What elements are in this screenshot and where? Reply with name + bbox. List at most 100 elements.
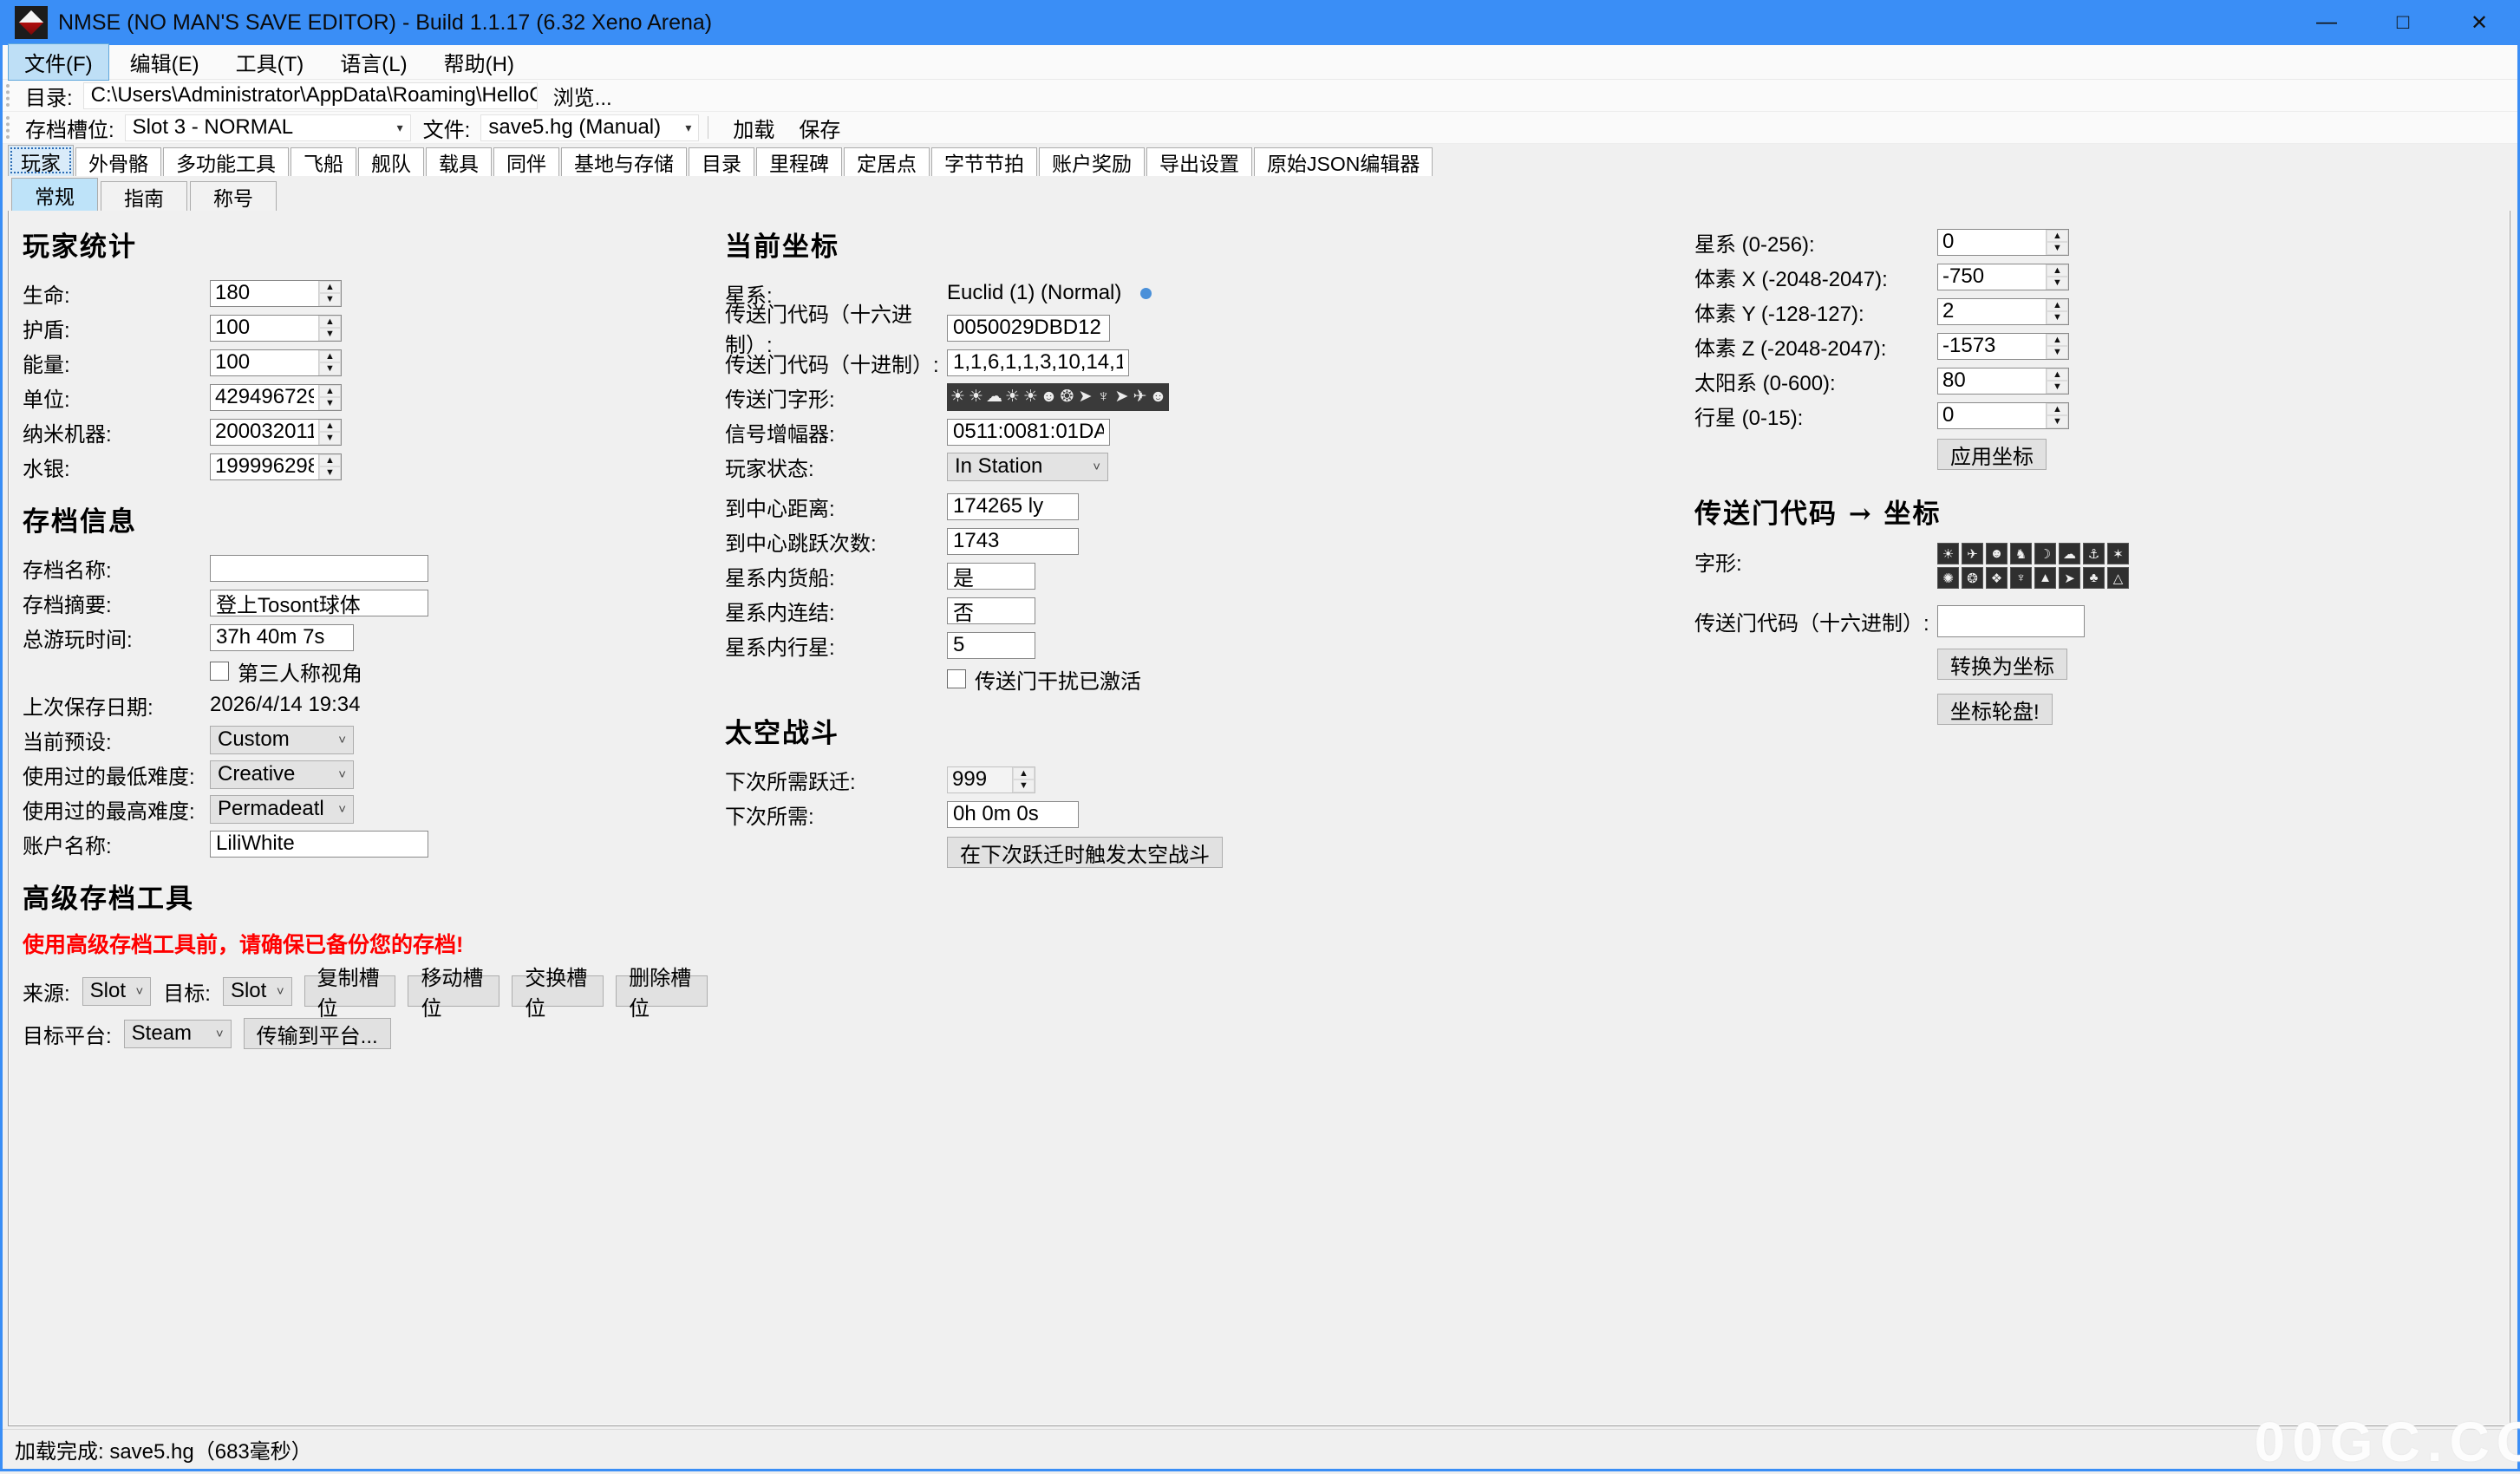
- file-combobox[interactable]: save5.hg (Manual) ▾: [480, 114, 699, 141]
- health-stepper[interactable]: ▲▼: [210, 280, 342, 307]
- browse-button[interactable]: 浏览...: [545, 79, 621, 113]
- tab-ship[interactable]: 飞船: [291, 147, 356, 176]
- save-summary-input[interactable]: [210, 590, 428, 616]
- portal-interference-checkbox[interactable]: [947, 669, 966, 688]
- glyph-fish-button[interactable]: ♆: [2010, 567, 2032, 589]
- freighter-input[interactable]: [947, 563, 1035, 590]
- glyph-eclipse-button[interactable]: ☽: [2034, 543, 2056, 564]
- minimize-button[interactable]: —: [2288, 0, 2365, 45]
- units-stepper[interactable]: ▲▼: [210, 384, 342, 411]
- menu-tools[interactable]: 工具(T): [220, 44, 320, 80]
- third-person-checkbox[interactable]: [210, 662, 229, 681]
- glyph-atlas-button[interactable]: △: [2107, 567, 2129, 589]
- tab-base-storage[interactable]: 基地与存储: [561, 147, 687, 176]
- health-input[interactable]: [211, 281, 318, 306]
- glyph-tree-button[interactable]: ♣: [2083, 567, 2105, 589]
- portal-hex-entry-input[interactable]: [1937, 605, 2085, 637]
- save-name-input[interactable]: [210, 555, 428, 582]
- close-button[interactable]: ✕: [2441, 0, 2517, 45]
- tab-exosuit[interactable]: 外骨骼: [75, 147, 161, 176]
- save-button[interactable]: 保存: [790, 111, 849, 145]
- transfer-platform-button[interactable]: 传输到平台...: [244, 1018, 391, 1049]
- menu-language[interactable]: 语言(L): [324, 44, 422, 80]
- nanites-input[interactable]: [211, 420, 318, 445]
- source-slot-dropdown[interactable]: Slot ˅: [82, 977, 152, 1006]
- move-slot-button[interactable]: 移动槽位: [408, 975, 499, 1007]
- target-slot-dropdown[interactable]: Slot ˅: [223, 977, 292, 1006]
- voxel-z-input[interactable]: [1938, 334, 2046, 359]
- slot-combobox[interactable]: Slot 3 - NORMAL ▾: [125, 114, 411, 141]
- coords-wheel-button[interactable]: 坐标轮盘!: [1937, 694, 2053, 725]
- glyph-face-button[interactable]: ☻: [1986, 543, 2008, 564]
- account-name-input[interactable]: [210, 831, 428, 858]
- glyph-bird-button[interactable]: ✈: [1962, 543, 1983, 564]
- glyph-rocket-button[interactable]: ➤: [2059, 567, 2080, 589]
- voxel-x-input[interactable]: [1938, 264, 2046, 290]
- shield-input[interactable]: [211, 316, 318, 341]
- glyph-diplo-button[interactable]: ♞: [2010, 543, 2032, 564]
- signal-booster-input[interactable]: [947, 419, 1110, 446]
- planet-input[interactable]: [1938, 403, 2046, 428]
- voxel-x-stepper[interactable]: ▲▼: [1937, 264, 2069, 290]
- player-state-dropdown[interactable]: In Station ˅: [947, 453, 1108, 481]
- glyph-balloon-button[interactable]: ☁: [2059, 543, 2080, 564]
- quicksilver-stepper[interactable]: ▲▼: [210, 453, 342, 480]
- playtime-input[interactable]: [210, 624, 354, 651]
- nexus-input[interactable]: [947, 597, 1035, 624]
- energy-input[interactable]: [211, 350, 318, 375]
- galaxy-index-input[interactable]: [1938, 230, 2046, 255]
- combat-time-input[interactable]: [947, 801, 1079, 828]
- tab-companion[interactable]: 同伴: [493, 147, 559, 176]
- subtab-general[interactable]: 常规: [11, 178, 98, 211]
- delete-slot-button[interactable]: 删除槽位: [616, 975, 708, 1007]
- tab-account-rewards[interactable]: 账户奖励: [1039, 147, 1145, 176]
- jumps-input[interactable]: [947, 528, 1079, 555]
- apply-coords-button[interactable]: 应用坐标: [1937, 439, 2047, 470]
- menu-help[interactable]: 帮助(H): [428, 44, 530, 80]
- nanites-stepper[interactable]: ▲▼: [210, 419, 342, 446]
- tab-settlement[interactable]: 定居点: [844, 147, 930, 176]
- distance-input[interactable]: [947, 493, 1079, 520]
- portal-dec-input[interactable]: [947, 349, 1129, 376]
- tab-multitool[interactable]: 多功能工具: [163, 147, 289, 176]
- planet-stepper[interactable]: ▲▼: [1937, 402, 2069, 429]
- glyph-galaxy-button[interactable]: ❂: [1962, 567, 1983, 589]
- glyph-dragonfly-button[interactable]: ✺: [1937, 567, 1959, 589]
- voxel-y-stepper[interactable]: ▲▼: [1937, 298, 2069, 325]
- galaxy-index-stepper[interactable]: ▲▼: [1937, 229, 2069, 256]
- maximize-button[interactable]: □: [2365, 0, 2441, 45]
- directory-combobox[interactable]: C:\Users\Administrator\AppData\Roaming\H…: [83, 82, 538, 109]
- planets-input[interactable]: [947, 632, 1035, 659]
- tab-byte-beat[interactable]: 字节节拍: [931, 147, 1037, 176]
- quicksilver-input[interactable]: [211, 454, 318, 479]
- max-difficulty-dropdown[interactable]: Permadeatl ˅: [210, 795, 354, 824]
- toolbar-grip[interactable]: [6, 84, 18, 107]
- tab-export-settings[interactable]: 导出设置: [1146, 147, 1252, 176]
- solar-system-stepper[interactable]: ▲▼: [1937, 368, 2069, 395]
- convert-to-coords-button[interactable]: 转换为坐标: [1937, 649, 2067, 680]
- glyph-tent-button[interactable]: ▲: [2034, 567, 2056, 589]
- shield-stepper[interactable]: ▲▼: [210, 315, 342, 342]
- load-button[interactable]: 加载: [724, 111, 783, 145]
- portal-hex-input[interactable]: [947, 315, 1110, 342]
- units-input[interactable]: [211, 385, 318, 410]
- tab-milestones[interactable]: 里程碑: [756, 147, 842, 176]
- tab-vehicle[interactable]: 载具: [426, 147, 492, 176]
- subtab-titles[interactable]: 称号: [190, 181, 277, 211]
- trigger-combat-button[interactable]: 在下次跃迁时触发太空战斗: [947, 837, 1223, 868]
- menu-edit[interactable]: 编辑(E): [114, 44, 215, 80]
- subtab-guide[interactable]: 指南: [101, 181, 187, 211]
- tab-fleet[interactable]: 舰队: [358, 147, 424, 176]
- voxel-z-stepper[interactable]: ▲▼: [1937, 333, 2069, 360]
- preset-dropdown[interactable]: Custom ˅: [210, 726, 354, 754]
- glyph-bug-button[interactable]: ✶: [2107, 543, 2129, 564]
- glyph-boat-button[interactable]: ⚓: [2083, 543, 2105, 564]
- energy-stepper[interactable]: ▲▼: [210, 349, 342, 376]
- platform-dropdown[interactable]: Steam ˅: [124, 1020, 232, 1048]
- glyph-sunset-button[interactable]: ☀: [1937, 543, 1959, 564]
- tab-catalog[interactable]: 目录: [689, 147, 754, 176]
- combat-jumps-input[interactable]: [948, 767, 1012, 792]
- min-difficulty-dropdown[interactable]: Creative ˅: [210, 760, 354, 789]
- glyph-voxel-button[interactable]: ❖: [1986, 567, 2008, 589]
- tab-raw-json-editor[interactable]: 原始JSON编辑器: [1254, 147, 1433, 176]
